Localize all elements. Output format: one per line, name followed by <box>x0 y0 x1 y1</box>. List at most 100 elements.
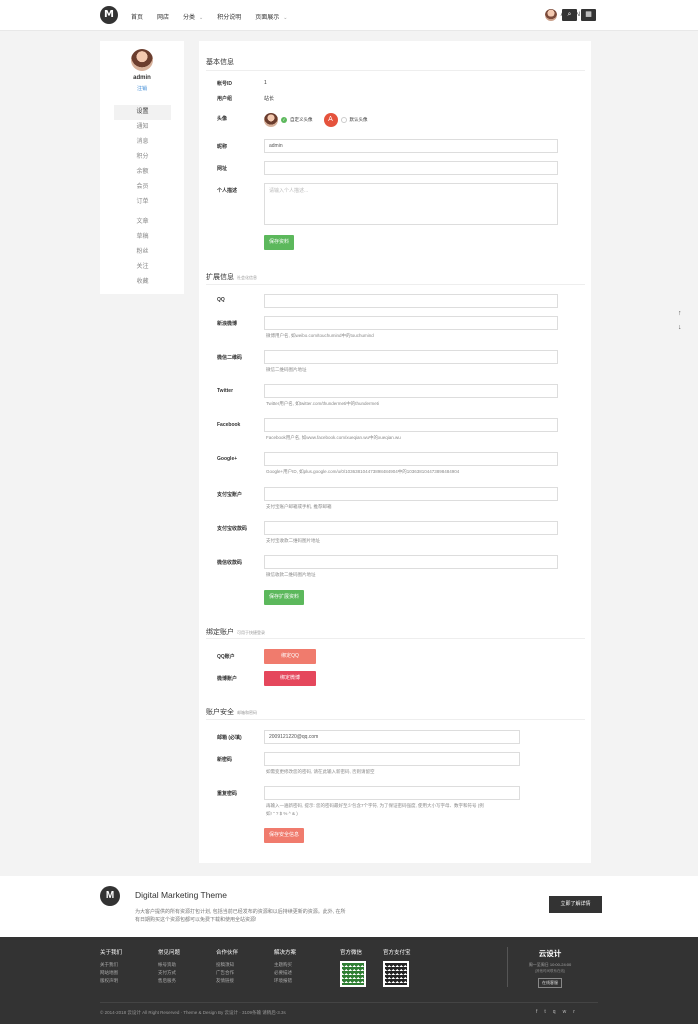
alipay-label: 支付宝账户 <box>217 492 243 498</box>
user-sidebar: admin 注销 设置 通知 消息 积分 余额 会员 订单 文章 草稿 粉丝 关… <box>100 41 184 294</box>
sidebar-item-messages[interactable]: 消息 <box>114 135 171 150</box>
section-subtitle-extended: 社会化信息 <box>237 275 257 280</box>
footer-link[interactable]: 关于我们 <box>100 961 122 969</box>
sidebar-item-points[interactable]: 积分 <box>114 150 171 165</box>
weibo-icon[interactable]: w <box>563 1009 567 1015</box>
alipay-hint: 支付宝账户邮箱或手机, 推荐邮箱 <box>266 504 332 509</box>
chevron-down-icon: ⌄ <box>283 15 288 21</box>
sidebar-item-membership[interactable]: 会员 <box>114 180 171 195</box>
radio-icon[interactable] <box>340 117 347 123</box>
qq-input[interactable] <box>264 294 558 308</box>
grid-icon: ▦ <box>585 11 592 18</box>
nav-item-points[interactable]: 积分说明 <box>217 12 241 21</box>
rss-icon[interactable]: r <box>573 1009 575 1015</box>
website-input[interactable] <box>264 161 558 175</box>
bind-qq-button[interactable]: 绑定QQ <box>264 649 316 664</box>
section-title-binding: 绑定账户 可用于快捷登录 <box>206 627 265 637</box>
email-field[interactable]: 2009121220@qq.com <box>264 730 520 744</box>
copyright-text: © 2014-2018 云设计 All Right Reserved · The… <box>100 1010 286 1015</box>
sidebar-item-balance[interactable]: 余额 <box>114 165 171 180</box>
footer-col-about: 关于我们 关于我们 网站地图 版权声明 <box>100 948 122 985</box>
repeat-password-hint-1: 再输入一遍新密码, 提示: 您的密码最好至少包含7个字符, 为了保证密码强度, … <box>266 803 484 808</box>
wechat-pay-input[interactable] <box>264 555 558 569</box>
alipay-qr-hint: 支付宝收款二维码图片地址 <box>266 538 320 543</box>
sidebar-item-drafts[interactable]: 草稿 <box>114 230 171 245</box>
check-icon[interactable]: ✓ <box>281 117 287 123</box>
wechat-qr-label: 微信二维码 <box>217 355 243 361</box>
facebook-label: Facebook <box>217 422 241 428</box>
footer-link[interactable]: 环境报错 <box>274 977 296 985</box>
divider <box>206 719 585 720</box>
footer-link[interactable]: 支付方式 <box>158 969 180 977</box>
scroll-bottom-icon[interactable]: ↓ <box>678 324 682 331</box>
sidebar-item-notifications[interactable]: 通知 <box>114 120 171 135</box>
footer-col-title: 合作伙伴 <box>216 950 239 956</box>
social-links: f t q w r <box>536 1009 575 1015</box>
main-nav: 首页 网店 分类 ⌄ 积分说明 页面展示 ⌄ <box>131 12 287 21</box>
alipay-input[interactable] <box>264 487 558 501</box>
twitter-input[interactable] <box>264 384 558 398</box>
nav-item-home[interactable]: 首页 <box>131 12 143 21</box>
alipay-qr-code <box>383 961 409 987</box>
section-title-extended: 扩展信息 社会化信息 <box>206 272 257 282</box>
wechat-pay-hint: 微信收款二维码图片地址 <box>266 572 316 577</box>
menu-button[interactable]: ▦ <box>581 9 596 21</box>
save-security-button[interactable]: 保存安全信息 <box>264 828 305 843</box>
section-subtitle-security: 邮箱和密码 <box>237 710 257 715</box>
save-profile-button[interactable]: 保存资料 <box>264 235 295 250</box>
online-support-button[interactable]: 在线客服 <box>538 978 562 988</box>
divider <box>206 284 585 285</box>
section-title-security: 账户安全 邮箱和密码 <box>206 707 257 717</box>
description-textarea[interactable]: 请输入个人描述... <box>264 183 558 225</box>
twitter-icon[interactable]: t <box>544 1009 545 1015</box>
logout-link[interactable]: 注销 <box>100 85 184 92</box>
footer-link[interactable]: 友情链接 <box>216 977 238 985</box>
search-button[interactable]: ⌕ <box>562 9 577 21</box>
account-id-value: 1 <box>264 80 267 86</box>
scroll-top-icon[interactable]: ↑ <box>678 310 682 317</box>
footer-link[interactable]: 网站地图 <box>100 969 122 977</box>
footer-col-title: 常见问题 <box>158 950 181 956</box>
weibo-hint: 微博用户名, 如weibo.com/touchumind中的touchumind <box>266 333 374 338</box>
learn-more-button[interactable]: 立即了解详情 <box>549 896 602 913</box>
google-hint: Google+用户ID, 如plus.google.com/u/0/103638… <box>266 469 460 474</box>
footer-link[interactable]: 投稿须知 <box>216 961 238 969</box>
sidebar-item-settings[interactable]: 设置 <box>114 105 171 120</box>
footer-link[interactable]: 必要描述 <box>274 969 296 977</box>
alipay-qr-input[interactable] <box>264 521 558 535</box>
new-password-hint: 如需变更修改您的密码, 请在此输入新密码, 否则请留空 <box>266 769 375 774</box>
footer-link[interactable]: 售后服务 <box>158 977 180 985</box>
weibo-input[interactable] <box>264 316 558 330</box>
repeat-password-field[interactable] <box>264 786 520 800</box>
nav-item-pages-label: 页面展示 <box>255 15 280 21</box>
alipay-qr-label: 支付宝收款码 <box>217 526 248 532</box>
footer-brand: 云设计 周一至周日 10:00-24:00 (其他时间联系在线) 在线客服 <box>520 948 580 988</box>
new-password-label: 新密码 <box>217 757 233 763</box>
footer-col-title: 官方支付宝 <box>383 950 411 956</box>
bind-weibo-button[interactable]: 绑定微博 <box>264 671 316 686</box>
nav-item-category[interactable]: 分类 ⌄ <box>183 12 203 21</box>
facebook-icon[interactable]: f <box>536 1009 537 1015</box>
new-password-field[interactable] <box>264 752 520 766</box>
sidebar-item-followers[interactable]: 粉丝 <box>114 245 171 260</box>
nav-item-shop[interactable]: 网店 <box>157 12 169 21</box>
nav-item-pages[interactable]: 页面展示 ⌄ <box>255 12 287 21</box>
footer-link[interactable]: 版权声明 <box>100 977 122 985</box>
qq-account-label: QQ账户 <box>217 654 235 660</box>
footer-link[interactable]: 帐号资助 <box>158 961 180 969</box>
save-extended-button[interactable]: 保存扩展资料 <box>264 590 305 605</box>
site-logo[interactable]: M <box>100 6 118 24</box>
facebook-input[interactable] <box>264 418 558 432</box>
google-input[interactable] <box>264 452 558 466</box>
sidebar-item-articles[interactable]: 文章 <box>114 215 171 230</box>
qq-icon[interactable]: q <box>553 1009 556 1015</box>
footer-link[interactable]: 广告合作 <box>216 969 238 977</box>
sidebar-item-orders[interactable]: 订单 <box>114 195 171 210</box>
nickname-input[interactable]: admin <box>264 139 558 153</box>
footer-link[interactable]: 主题购买 <box>274 961 296 969</box>
sidebar-item-favorites[interactable]: 收藏 <box>114 275 171 290</box>
user-group-value: 站长 <box>264 96 275 102</box>
sidebar-item-following[interactable]: 关注 <box>114 260 171 275</box>
section-title-basic: 基本信息 <box>206 59 234 66</box>
wechat-qr-input[interactable] <box>264 350 558 364</box>
